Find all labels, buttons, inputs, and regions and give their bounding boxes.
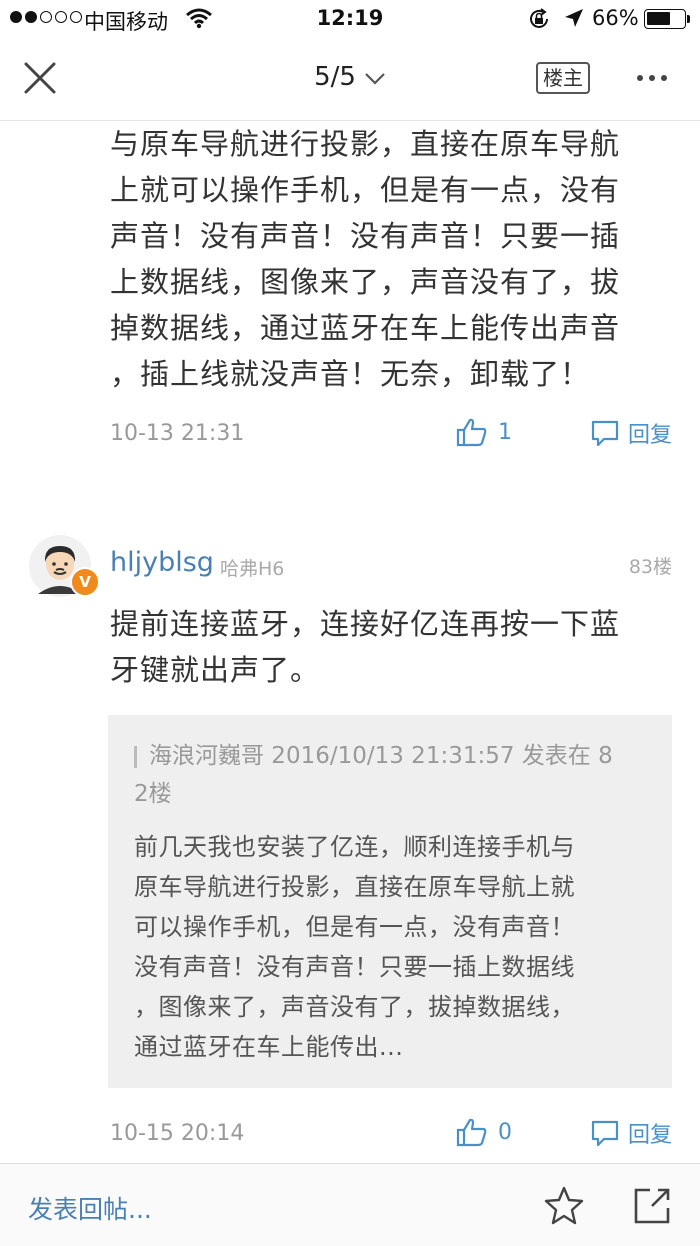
quote-bar [134,745,137,768]
post-line: 上数据线，图像来了，声音没有了，拔 [110,265,621,299]
quote-line: 原车导航进行投影，直接在原车导航上就 [134,873,575,901]
quote-line: 前几天我也安装了亿连，顺利连接手机与 [134,833,575,861]
owner-only-button[interactable]: 楼主 [536,62,590,94]
post-time: 10-15 20:14 [110,1121,245,1146]
post-line: 上就可以操作手机，但是有一点，没有 [110,173,621,207]
post-line: 与原车导航进行投影，直接在原车导航 [110,127,621,161]
more-icon[interactable] [632,66,672,90]
post-line: 提前连接蓝牙，连接好亿连再按一下蓝 [110,607,621,641]
page-indicator-label: 5/5 [314,62,356,92]
quote-header: 海浪河巍哥 2016/10/13 21:31:57 发表在 8 2楼 [134,737,654,813]
location-arrow-icon [563,7,585,34]
quote-body: 前几天我也安装了亿连，顺利连接手机与 原车导航进行投影，直接在原车导航上就 可以… [134,827,664,1067]
post-line: 掉数据线，通过蓝牙在车上能传出声音 [110,311,621,345]
like-button[interactable]: 0 [456,1117,512,1147]
post-body-83: 提前连接蓝牙，连接好亿连再按一下蓝 牙键就出声了。 [110,601,676,693]
share-icon[interactable] [630,1184,674,1228]
like-button[interactable]: 1 [456,417,512,447]
quote-line: ，图像来了，声音没有了，拔掉数据线， [134,993,575,1021]
status-bar: 中国移动 12:19 66% [0,0,700,40]
reply-label: 回复 [627,1123,672,1148]
post-body-82: 与原车导航进行投影，直接在原车导航 上就可以操作手机，但是有一点，没有 声音！没… [110,121,676,397]
reply-button[interactable]: 回复 [590,1117,672,1149]
like-count: 0 [498,1119,512,1145]
rotation-lock-icon [527,7,551,36]
nav-bar: 5/5 楼主 [0,40,700,121]
car-model: 哈弗H6 [220,558,285,580]
comment-icon [591,420,619,447]
post-meta-83: 10-15 20:14 0 回复 [110,1117,672,1153]
post-line: 牙键就出声了。 [110,653,321,687]
thumbs-up-icon [456,1118,487,1147]
chevron-down-icon [364,63,386,93]
username[interactable]: hljyblsg [110,547,214,578]
quote-line: 可以操作手机，但是有一点，没有声音！ [134,913,575,941]
quote-block[interactable]: 海浪河巍哥 2016/10/13 21:31:57 发表在 8 2楼 前几天我也… [108,715,672,1088]
post-line: ，插上线就没声音！无奈，卸载了！ [110,357,591,391]
post-meta-82: 10-13 21:31 1 回复 [110,417,672,453]
reply-label: 回复 [627,423,672,448]
floor-number: 83楼 [628,556,672,578]
comment-icon [591,1120,619,1147]
page-indicator[interactable]: 5/5 [0,62,700,93]
battery-tip [687,15,690,23]
quote-author-line: 海浪河巍哥 2016/10/13 21:31:57 发表在 8 [149,743,613,769]
battery-icon [644,9,686,29]
quote-line: 通过蓝牙在车上能传出... [134,1033,404,1061]
post-time: 10-13 21:31 [110,421,245,446]
star-icon[interactable] [542,1184,586,1228]
post-line: 声音！没有声音！没有声音！只要一插 [110,219,621,253]
quote-author-line: 2楼 [134,781,172,807]
quote-line: 没有声音！没有声音！只要一插上数据线 [134,953,575,981]
reply-button[interactable]: 回复 [590,417,672,449]
thumbs-up-icon [456,418,487,447]
like-count: 1 [498,419,512,445]
battery-percent: 66% [592,6,639,30]
post-list: 与原车导航进行投影，直接在原车导航 上就可以操作手机，但是有一点，没有 声音！没… [0,121,700,1163]
post-reply-input[interactable]: 发表回帖... [28,1190,152,1226]
verified-badge: V [70,567,100,597]
bottom-bar: 发表回帖... [0,1163,700,1246]
